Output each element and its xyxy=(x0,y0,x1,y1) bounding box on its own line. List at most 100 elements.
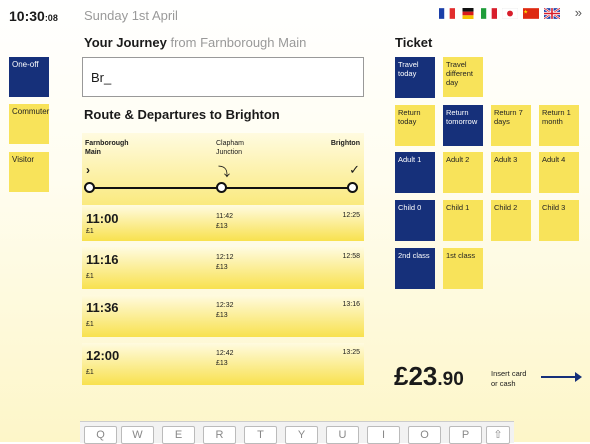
ticket-title: Ticket xyxy=(395,35,433,50)
destination-input[interactable]: Br_ xyxy=(82,57,364,97)
ticket-type-one-off[interactable]: One-off xyxy=(9,57,49,97)
italy-flag-icon[interactable] xyxy=(481,8,497,19)
tile-label: 2nd class xyxy=(398,251,430,260)
option-1st-class[interactable]: 1st class xyxy=(443,248,483,289)
station-name: Farnborough xyxy=(85,140,129,147)
destination-check-icon: ✓ xyxy=(349,162,360,177)
key[interactable]: W xyxy=(121,426,154,444)
option-return-tomorrow[interactable]: Return tomorrow xyxy=(443,105,483,146)
china-flag-icon[interactable] xyxy=(523,8,539,19)
station-origin: Farnborough Main xyxy=(85,139,129,157)
change-info: 11:42 £13 xyxy=(216,212,233,232)
tile-label: Return 1 month xyxy=(542,108,571,126)
option-travel-today[interactable]: Travel today xyxy=(395,57,435,98)
germany-flag-icon[interactable] xyxy=(460,8,476,19)
arrival-time: 13:16 xyxy=(342,301,360,308)
station-name: Junction xyxy=(216,149,243,156)
option-adult-3[interactable]: Adult 3 xyxy=(491,152,531,193)
option-return-today[interactable]: Return today xyxy=(395,105,435,146)
tile-label: One-off xyxy=(12,60,39,69)
change-time: 12:12 xyxy=(216,254,234,261)
key[interactable]: R xyxy=(203,426,236,444)
key[interactable]: P xyxy=(449,426,482,444)
tile-label: Adult 3 xyxy=(494,155,518,164)
departure-row[interactable]: 11:00 £1 11:42 £13 12:25 xyxy=(82,205,364,241)
tile-label: Child 3 xyxy=(542,203,566,212)
option-child-0[interactable]: Child 0 xyxy=(395,200,435,241)
stop-dot xyxy=(84,182,95,193)
option-adult-1[interactable]: Adult 1 xyxy=(395,152,435,193)
fare-second: £13 xyxy=(216,223,228,230)
fare-first: £1 xyxy=(86,369,94,376)
ticket-type-visitor[interactable]: Visitor xyxy=(9,152,49,192)
origin-chevron-icon: › xyxy=(86,163,90,177)
option-adult-4[interactable]: Adult 4 xyxy=(539,152,579,193)
station-name: Brighton xyxy=(330,140,360,147)
fare-second: £13 xyxy=(216,264,228,271)
shift-key-icon[interactable]: ⇧ xyxy=(486,426,510,444)
tile-label: Adult 4 xyxy=(542,155,566,164)
option-return-1-month[interactable]: Return 1 month xyxy=(539,105,579,146)
total-price: £23.90 xyxy=(394,361,464,392)
key[interactable]: Q xyxy=(84,426,117,444)
fare-second: £13 xyxy=(216,360,228,367)
more-languages-icon[interactable]: » xyxy=(575,5,582,20)
option-child-3[interactable]: Child 3 xyxy=(539,200,579,241)
option-adult-2[interactable]: Adult 2 xyxy=(443,152,483,193)
journey-heading: Your Journey from Farnborough Main xyxy=(84,35,306,50)
option-return-7-days[interactable]: Return 7 days xyxy=(491,105,531,146)
tile-label: Return today xyxy=(398,108,421,126)
insert-line: Insert card xyxy=(491,369,527,378)
tile-label: Adult 1 xyxy=(398,155,422,164)
station-name: Main xyxy=(85,149,101,156)
journey-title: Your Journey xyxy=(84,35,167,50)
payment-arrow-icon[interactable] xyxy=(541,376,579,378)
fare-first: £1 xyxy=(86,273,94,280)
departure-time: 11:16 xyxy=(86,252,119,267)
route-panel: Farnborough Main Clapham Junction Brighton… xyxy=(82,133,364,241)
payment-arrowhead-icon xyxy=(575,372,582,382)
change-time: 12:42 xyxy=(216,350,234,357)
tile-label: Child 1 xyxy=(446,203,470,212)
option-child-1[interactable]: Child 1 xyxy=(443,200,483,241)
key[interactable]: T xyxy=(244,426,277,444)
option-travel-different-day[interactable]: Travel different day xyxy=(443,57,483,97)
change-train-icon: ⤵ xyxy=(218,165,231,179)
departure-row[interactable]: 11:36 £1 12:32 £13 13:16 xyxy=(82,295,364,337)
option-child-2[interactable]: Child 2 xyxy=(491,200,531,241)
insert-line: or cash xyxy=(491,379,516,388)
date: Sunday 1st April xyxy=(84,8,178,23)
japan-flag-icon[interactable] xyxy=(502,8,518,19)
option-2nd-class[interactable]: 2nd class xyxy=(395,248,435,289)
on-screen-keyboard: Q W E R T Y U I O P ⇧ xyxy=(80,421,514,444)
fare-second: £13 xyxy=(216,312,228,319)
ticket-type-commuter[interactable]: Commuter xyxy=(9,104,49,144)
fare-first: £1 xyxy=(86,228,94,235)
station-destination: Brighton xyxy=(331,139,360,148)
tile-label: Return 7 days xyxy=(494,108,523,126)
stop-dot xyxy=(347,182,358,193)
key[interactable]: O xyxy=(408,426,441,444)
key[interactable]: I xyxy=(367,426,400,444)
tile-label: Travel different day xyxy=(446,60,473,87)
key[interactable]: U xyxy=(326,426,359,444)
change-time: 11:42 xyxy=(216,213,233,220)
change-info: 12:32 £13 xyxy=(216,301,234,321)
fare-first: £1 xyxy=(86,321,94,328)
uk-flag-icon[interactable] xyxy=(544,8,560,19)
tile-label: Visitor xyxy=(12,155,35,164)
stop-dot xyxy=(216,182,227,193)
tile-label: Return tomorrow xyxy=(446,108,478,126)
arrival-time: 13:25 xyxy=(342,349,360,356)
key[interactable]: Y xyxy=(285,426,318,444)
departure-row[interactable]: 11:16 £1 12:12 £13 12:58 xyxy=(82,247,364,289)
key[interactable]: E xyxy=(162,426,195,444)
france-flag-icon[interactable] xyxy=(439,8,455,19)
price-decimal: .90 xyxy=(437,369,464,390)
language-flags xyxy=(439,8,560,19)
departure-time: 11:36 xyxy=(86,300,119,315)
departure-row[interactable]: 12:00 £1 12:42 £13 13:25 xyxy=(82,343,364,385)
change-time: 12:32 xyxy=(216,302,234,309)
change-info: 12:42 £13 xyxy=(216,349,234,369)
price-main: £23 xyxy=(394,361,438,391)
